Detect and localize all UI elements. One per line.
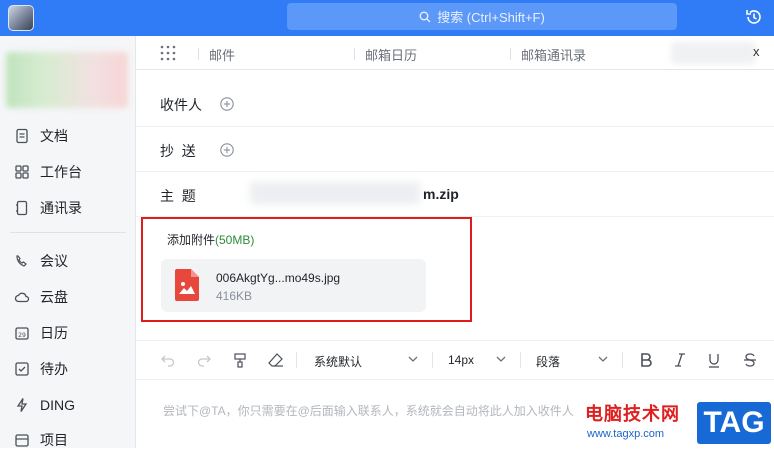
workbench-icon — [15, 165, 29, 179]
sidebar-item-ding[interactable]: DING — [14, 393, 75, 417]
sidebar-item-meeting[interactable]: 会议 — [14, 249, 68, 273]
tab-divider — [510, 48, 511, 60]
sidebar-item-label: DING — [40, 397, 75, 413]
profile-card[interactable] — [6, 52, 128, 108]
undo-icon[interactable] — [160, 352, 176, 368]
toolbar-divider — [520, 352, 521, 368]
sidebar-item-label: 文档 — [40, 128, 68, 144]
format-painter-icon[interactable] — [232, 352, 248, 368]
add-recipient-icon[interactable] — [220, 97, 234, 111]
editor-toolbar: 系统默认 14px 段落 — [136, 340, 774, 380]
cc-label: 抄 送 — [160, 143, 196, 159]
to-row[interactable]: 收件人 — [136, 82, 774, 127]
tab-mail-contacts[interactable]: 邮箱通讯录 — [521, 45, 586, 64]
sidebar — [0, 36, 136, 448]
attach-label-text: 添加附件 — [167, 233, 216, 247]
add-cc-icon[interactable] — [220, 143, 234, 157]
subject-label: 主 题 — [160, 188, 196, 204]
sidebar-item-project[interactable]: 项目 — [14, 428, 68, 452]
search-placeholder: 搜索 (Ctrl+Shift+F) — [437, 10, 545, 25]
contacts-icon — [16, 200, 28, 216]
tab-active-blurred[interactable] — [671, 42, 756, 64]
sidebar-item-workbench[interactable]: 工作台 — [14, 160, 82, 184]
to-label: 收件人 — [160, 97, 202, 113]
font-size-select[interactable]: 14px — [448, 353, 474, 367]
sidebar-item-cloud[interactable]: 云盘 — [14, 285, 68, 309]
watermark-url: www.tagxp.com — [587, 428, 665, 440]
app-grid-icon[interactable] — [160, 45, 176, 61]
sidebar-item-label: 日历 — [40, 325, 68, 341]
chevron-down-icon — [598, 356, 608, 362]
subject-input[interactable]: m.zip — [423, 186, 459, 202]
underline-icon[interactable] — [706, 352, 722, 368]
sidebar-item-label: 会议 — [40, 253, 68, 269]
watermark: 电脑技术网 www.tagxp.com TAG — [585, 398, 774, 448]
paragraph-select[interactable]: 段落 — [536, 353, 560, 370]
search-icon — [419, 11, 431, 22]
project-icon — [15, 434, 29, 447]
search-bar[interactable]: 搜索 (Ctrl+Shift+F) — [287, 3, 677, 30]
top-bar: 搜索 (Ctrl+Shift+F) — [0, 0, 774, 36]
image-file-icon — [175, 269, 199, 301]
subject-blurred — [250, 182, 420, 204]
attachment-file-name: 006AkgtYg...mo49s.jpg — [216, 271, 341, 285]
meeting-icon — [16, 255, 27, 267]
sidebar-item-label: 工作台 — [40, 164, 82, 180]
document-icon — [16, 128, 28, 144]
app-logo[interactable] — [8, 5, 34, 31]
attachment-file-size: 416KB — [216, 289, 253, 303]
sidebar-divider — [10, 232, 126, 233]
attachment-file-card[interactable]: 006AkgtYg...mo49s.jpg 416KB — [161, 259, 426, 312]
watermark-text: 电脑技术网 — [585, 404, 680, 424]
tab-mail-calendar[interactable]: 邮箱日历 — [365, 45, 417, 64]
chevron-down-icon — [408, 356, 418, 362]
tab-bar: 邮件 邮箱日历 邮箱通讯录 x — [136, 36, 774, 70]
tab-divider — [198, 48, 199, 60]
toolbar-divider — [622, 352, 623, 368]
sidebar-item-label: 待办 — [40, 361, 68, 377]
ding-icon — [16, 398, 28, 412]
tab-divider — [354, 48, 355, 60]
cc-row[interactable]: 抄 送 — [136, 127, 774, 172]
eraser-icon[interactable] — [268, 352, 284, 368]
watermark-tag-logo: TAG — [697, 402, 771, 444]
strikethrough-icon[interactable] — [742, 352, 758, 368]
sidebar-item-label: 通讯录 — [40, 200, 82, 216]
tab-mail[interactable]: 邮件 — [209, 45, 235, 64]
italic-icon[interactable] — [672, 352, 688, 368]
sidebar-item-calendar[interactable]: 29 日历 — [14, 321, 68, 345]
toolbar-divider — [432, 352, 433, 368]
toolbar-divider — [296, 352, 297, 368]
calendar-icon: 29 — [15, 327, 29, 340]
sidebar-item-todo[interactable]: 待办 — [14, 357, 68, 381]
sidebar-item-docs[interactable]: 文档 — [14, 124, 68, 148]
sidebar-item-contacts[interactable]: 通讯录 — [14, 196, 82, 220]
tab-close-button[interactable]: x — [753, 44, 760, 59]
sidebar-item-label: 云盘 — [40, 289, 68, 305]
redo-icon[interactable] — [196, 352, 212, 368]
cloud-icon — [14, 292, 30, 303]
attach-limit: (50MB) — [215, 233, 255, 247]
sidebar-item-label: 项目 — [40, 432, 68, 448]
svg-text:29: 29 — [18, 332, 26, 339]
add-attachment-button[interactable]: 添加附件(50MB) — [167, 231, 254, 248]
chevron-down-icon — [496, 356, 506, 362]
bold-icon[interactable] — [638, 352, 654, 368]
todo-icon — [15, 362, 29, 376]
history-icon[interactable] — [744, 7, 764, 27]
font-family-select[interactable]: 系统默认 — [314, 353, 362, 370]
